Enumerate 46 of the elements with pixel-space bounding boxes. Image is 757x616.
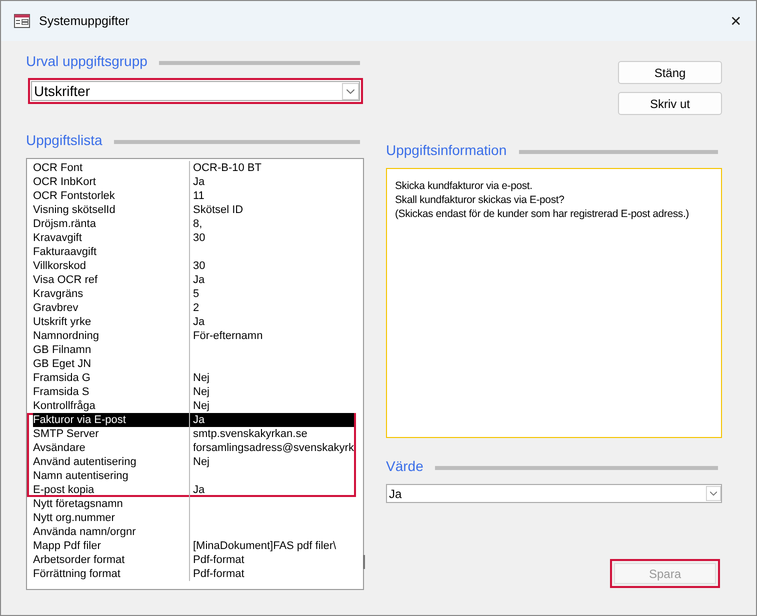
list-row[interactable]: Namnordning För-efternamn (27, 329, 356, 343)
info-text: Skicka kundfakturor via e-post. (395, 179, 534, 193)
list-row[interactable]: SMTP Server smtp.svenskakyrkan.se (27, 427, 356, 441)
scrollbar-thumb[interactable] (362, 555, 365, 569)
list-row[interactable]: Visa OCR ref Ja (27, 273, 356, 287)
section-title: Uppgiftsinformation (386, 142, 507, 158)
info-text: Skall kundfakturor skickas via E-post? (395, 193, 566, 207)
chevron-down-icon (706, 486, 721, 501)
list-row[interactable]: Framsida S Nej (27, 385, 356, 399)
list-row[interactable]: Visning skötselId Skötsel ID (27, 203, 356, 217)
list-row[interactable]: Nytt org.nummer (27, 511, 356, 525)
list-row[interactable]: E-post kopia Ja (27, 483, 356, 497)
list-row[interactable]: Avsändare forsamlingsadress@svenskakyrk (27, 441, 356, 455)
list-row[interactable]: Gravbrev 2 (27, 301, 356, 315)
chevron-down-icon (342, 82, 359, 100)
group-dropdown[interactable]: Utskrifter (28, 78, 363, 104)
list-row[interactable]: Använda namn/orgnr (27, 525, 356, 539)
value-dropdown[interactable]: Ja (386, 484, 722, 503)
list-row[interactable]: Använd autentisering Nej (27, 455, 356, 469)
list-row[interactable]: Nytt företagsnamn (27, 497, 356, 511)
section-title: Värde (386, 458, 424, 474)
list-row[interactable]: Fakturaavgift (27, 245, 356, 259)
section-title: Uppgiftslista (26, 132, 102, 148)
list-row[interactable]: Fakturor via E-post Ja (27, 413, 356, 427)
list-row[interactable]: Dröjsm.ränta 8, (27, 217, 356, 231)
list-row[interactable]: OCR Font OCR-B-10 BT (27, 161, 356, 175)
list-row[interactable]: OCR InbKort Ja (27, 175, 356, 189)
dialog-button[interactable]: Skriv ut (618, 92, 722, 115)
info-text: (Skickas endast för de kunder som har registrerad E-post adress.) (395, 207, 690, 221)
list-row[interactable]: GB Eget JN (27, 357, 356, 371)
list-row[interactable]: Villkorskod 30 (27, 259, 356, 273)
dialog-button[interactable]: Stäng (618, 61, 722, 84)
form-icon (14, 14, 30, 28)
list-row[interactable]: Förrättning format Pdf-format (27, 567, 356, 581)
list-row[interactable]: Namn autentisering (27, 469, 356, 483)
close-button[interactable]: ✕ (716, 1, 756, 41)
list-row[interactable]: Framsida G Nej (27, 371, 356, 385)
list-row[interactable]: Arbetsorder format Pdf-format (27, 553, 356, 567)
list-row[interactable]: GB Filnamn (27, 343, 356, 357)
list-row[interactable]: Kravgräns 5 (27, 287, 356, 301)
section-title: Urval uppgiftsgrupp (26, 53, 148, 69)
window-title: Systemuppgifter (39, 14, 130, 28)
list-row[interactable]: Mapp Pdf filer [MinaDokument]FAS pdf filer\ (27, 539, 356, 553)
list-row[interactable]: Kravavgift 30 (27, 231, 356, 245)
list-row[interactable]: OCR Fontstorlek 11 (27, 189, 356, 203)
list-row[interactable]: Utskrift yrke Ja (27, 315, 356, 329)
